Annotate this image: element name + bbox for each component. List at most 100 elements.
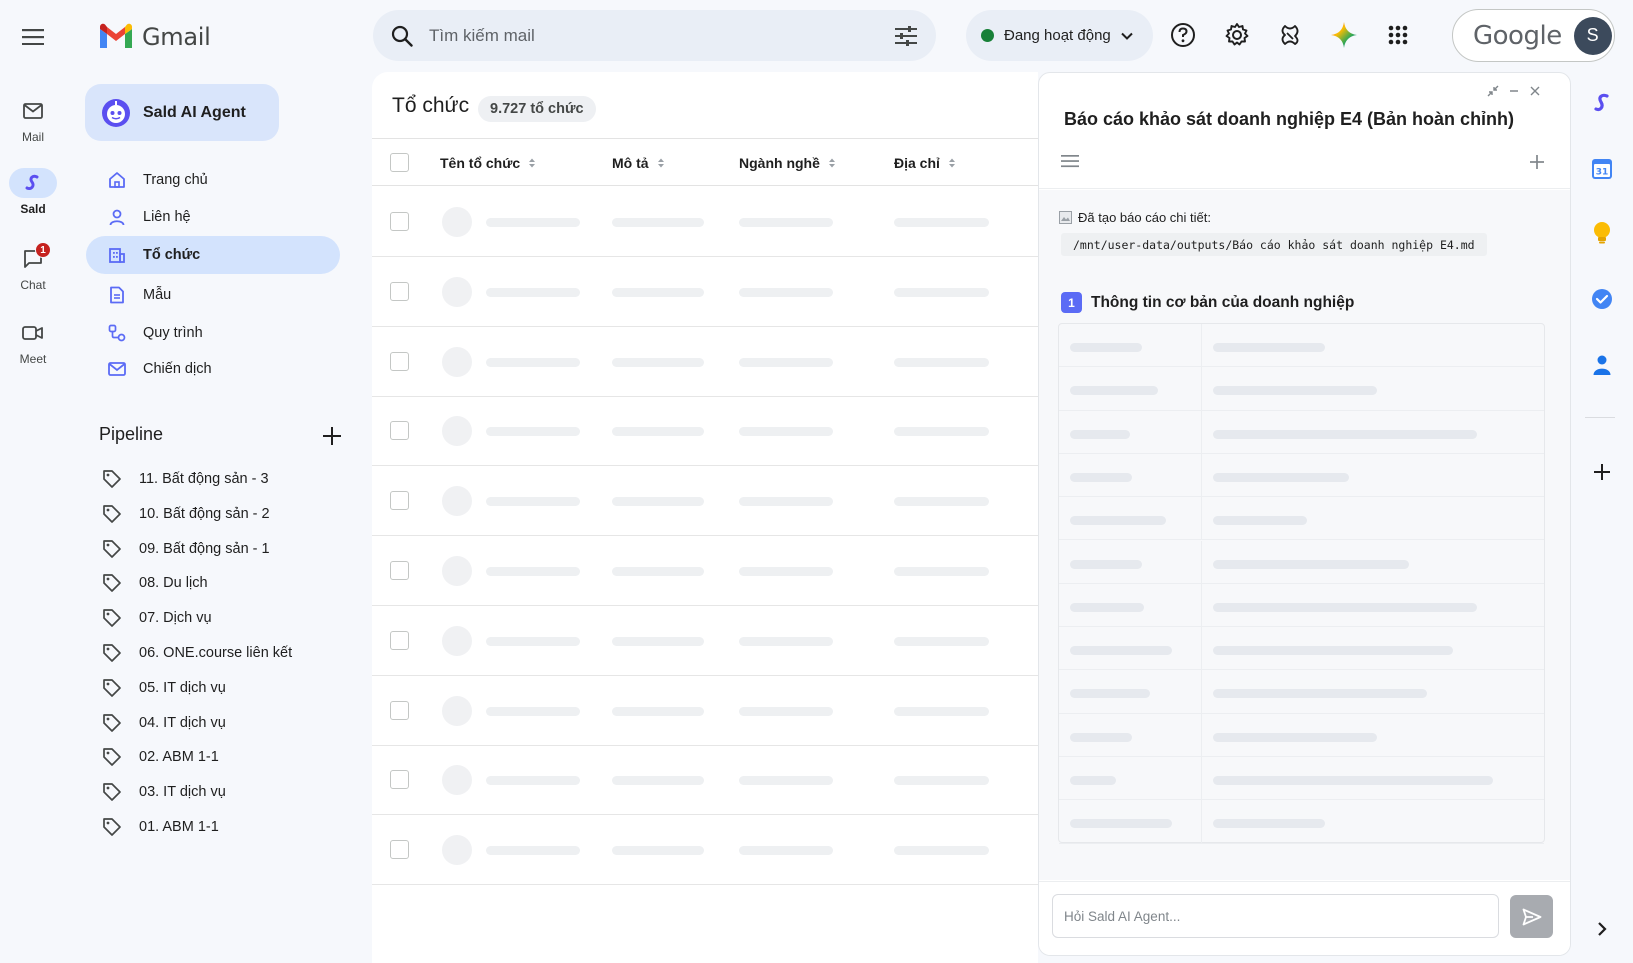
pipeline-item[interactable]: 01. ABM 1-1 [102,813,219,841]
search-bar[interactable] [373,10,936,61]
row-checkbox[interactable] [390,840,409,860]
status-dot [981,29,994,42]
pipeline-item[interactable]: 05. IT dịch vụ [102,674,226,702]
show-side-panel-button[interactable] [1588,915,1616,943]
search-input[interactable] [429,25,894,46]
search-options-button[interactable] [894,25,918,46]
settings-button[interactable] [1222,20,1252,50]
row-checkbox[interactable] [390,630,409,650]
rail-item-meet[interactable]: Meet [0,318,66,366]
plus-icon [1530,155,1544,169]
rail-item-mail[interactable]: Mail [0,96,66,144]
avatar: S [1573,16,1612,55]
table-row[interactable] [372,676,1038,746]
nav-item-home[interactable]: Trang chủ [86,161,340,199]
tag-icon [103,783,121,802]
get-addons-button[interactable] [1588,458,1616,486]
table-row[interactable] [372,257,1038,327]
close-panel-button[interactable] [1527,83,1543,99]
report-file-path[interactable]: /mnt/user-data/outputs/Báo cáo khảo sát … [1061,233,1487,256]
app-rail [0,0,66,963]
column-header-description[interactable]: Mô tả [612,139,665,187]
new-conversation-button[interactable] [1528,153,1550,175]
addon-sald[interactable] [1588,89,1616,117]
table-row[interactable] [372,187,1038,257]
pipeline-item[interactable]: 07. Dịch vụ [102,604,212,632]
column-divider [1201,453,1202,497]
column-divider [1201,800,1202,843]
table-row[interactable] [372,396,1038,467]
status-selector[interactable]: Đang hoạt động [966,10,1153,61]
main-menu-button[interactable] [18,22,48,52]
row-checkbox[interactable] [390,351,409,371]
pipeline-item[interactable]: 09. Bất động sản - 1 [102,535,270,563]
help-button[interactable] [1168,20,1198,50]
row-checkbox[interactable] [390,212,409,231]
home-icon [109,172,125,188]
select-all-checkbox[interactable] [390,153,409,172]
pipeline-item[interactable]: 04. IT dịch vụ [102,709,226,737]
addon-keep[interactable] [1588,219,1616,247]
nav-item-workflows[interactable]: Quy trình [86,314,340,352]
sald-ai-agent-button[interactable]: Sald AI Agent [85,84,279,141]
row-checkbox[interactable] [390,491,409,511]
hamburger-icon [22,29,44,45]
addon-contacts[interactable] [1588,351,1616,379]
table-row[interactable] [372,606,1038,676]
calendar-icon: 31 [1592,159,1612,179]
column-label: Ngành nghề [739,155,820,171]
add-pipeline-button[interactable] [320,424,344,448]
row-checkbox[interactable] [390,421,409,441]
gmail-logo[interactable]: Gmail [98,20,211,54]
rail-item-sald[interactable]: Sald [0,168,66,216]
send-message-button[interactable] [1510,895,1553,938]
gemini-button[interactable] [1329,20,1359,50]
table-row[interactable] [372,815,1038,886]
nav-item-organizations[interactable]: Tổ chức [86,236,340,274]
column-header-address[interactable]: Địa chỉ [894,139,956,187]
table-row[interactable] [372,466,1038,537]
rail-item-chat[interactable]: 1 Chat [0,242,66,292]
tag-icon [103,748,121,767]
row-checkbox[interactable] [390,561,409,580]
pipeline-item[interactable]: 06. ONE.course liên kết [102,639,292,667]
report-note-text: Đã tạo báo cáo chi tiết: [1078,210,1211,225]
search-icon [391,25,413,47]
row-checkbox[interactable] [390,770,409,790]
pipeline-item[interactable]: 02. ABM 1-1 [102,743,219,771]
info-table-row [1059,757,1544,801]
agent-message-input[interactable] [1052,894,1499,938]
row-checkbox[interactable] [390,700,409,720]
gemini-ai-button[interactable] [1275,20,1305,50]
tag-icon [103,504,121,523]
loading-placeholder [612,497,704,507]
column-header-industry[interactable]: Ngành nghề [739,139,836,187]
nav-item-templates[interactable]: Mẫu [86,276,340,314]
table-row[interactable] [372,745,1038,816]
tag-icon [103,609,121,628]
minimize-panel-button[interactable] [1506,83,1522,99]
table-row[interactable] [372,327,1038,397]
nav-item-contacts[interactable]: Liên hệ [86,198,340,236]
row-checkbox[interactable] [390,281,409,301]
column-label: Tên tổ chức [440,155,521,171]
apps-button[interactable] [1383,20,1413,50]
collapse-panel-button[interactable] [1485,83,1501,99]
pipeline-item[interactable]: 08. Du lịch [102,569,208,597]
conversation-list-button[interactable] [1061,153,1083,175]
person-icon [109,209,125,226]
pipeline-item[interactable]: 10. Bất động sản - 2 [102,500,270,528]
column-header-name[interactable]: Tên tổ chức [440,139,536,187]
info-table-row [1059,324,1544,368]
sort-icon [948,158,955,168]
table-row[interactable] [372,536,1038,606]
addon-calendar[interactable]: 31 [1588,155,1616,183]
loading-avatar-placeholder [442,416,472,447]
account-button[interactable]: Google S [1452,9,1615,62]
pipeline-item[interactable]: 11. Bất động sản - 3 [102,465,269,493]
addon-tasks[interactable] [1588,285,1616,313]
nav-item-campaigns[interactable]: Chiến dịch [86,350,340,388]
pipeline-item[interactable]: 03. IT dịch vụ [102,778,226,806]
tune-icon [895,25,917,46]
nav-label: Trang chủ [143,172,208,188]
